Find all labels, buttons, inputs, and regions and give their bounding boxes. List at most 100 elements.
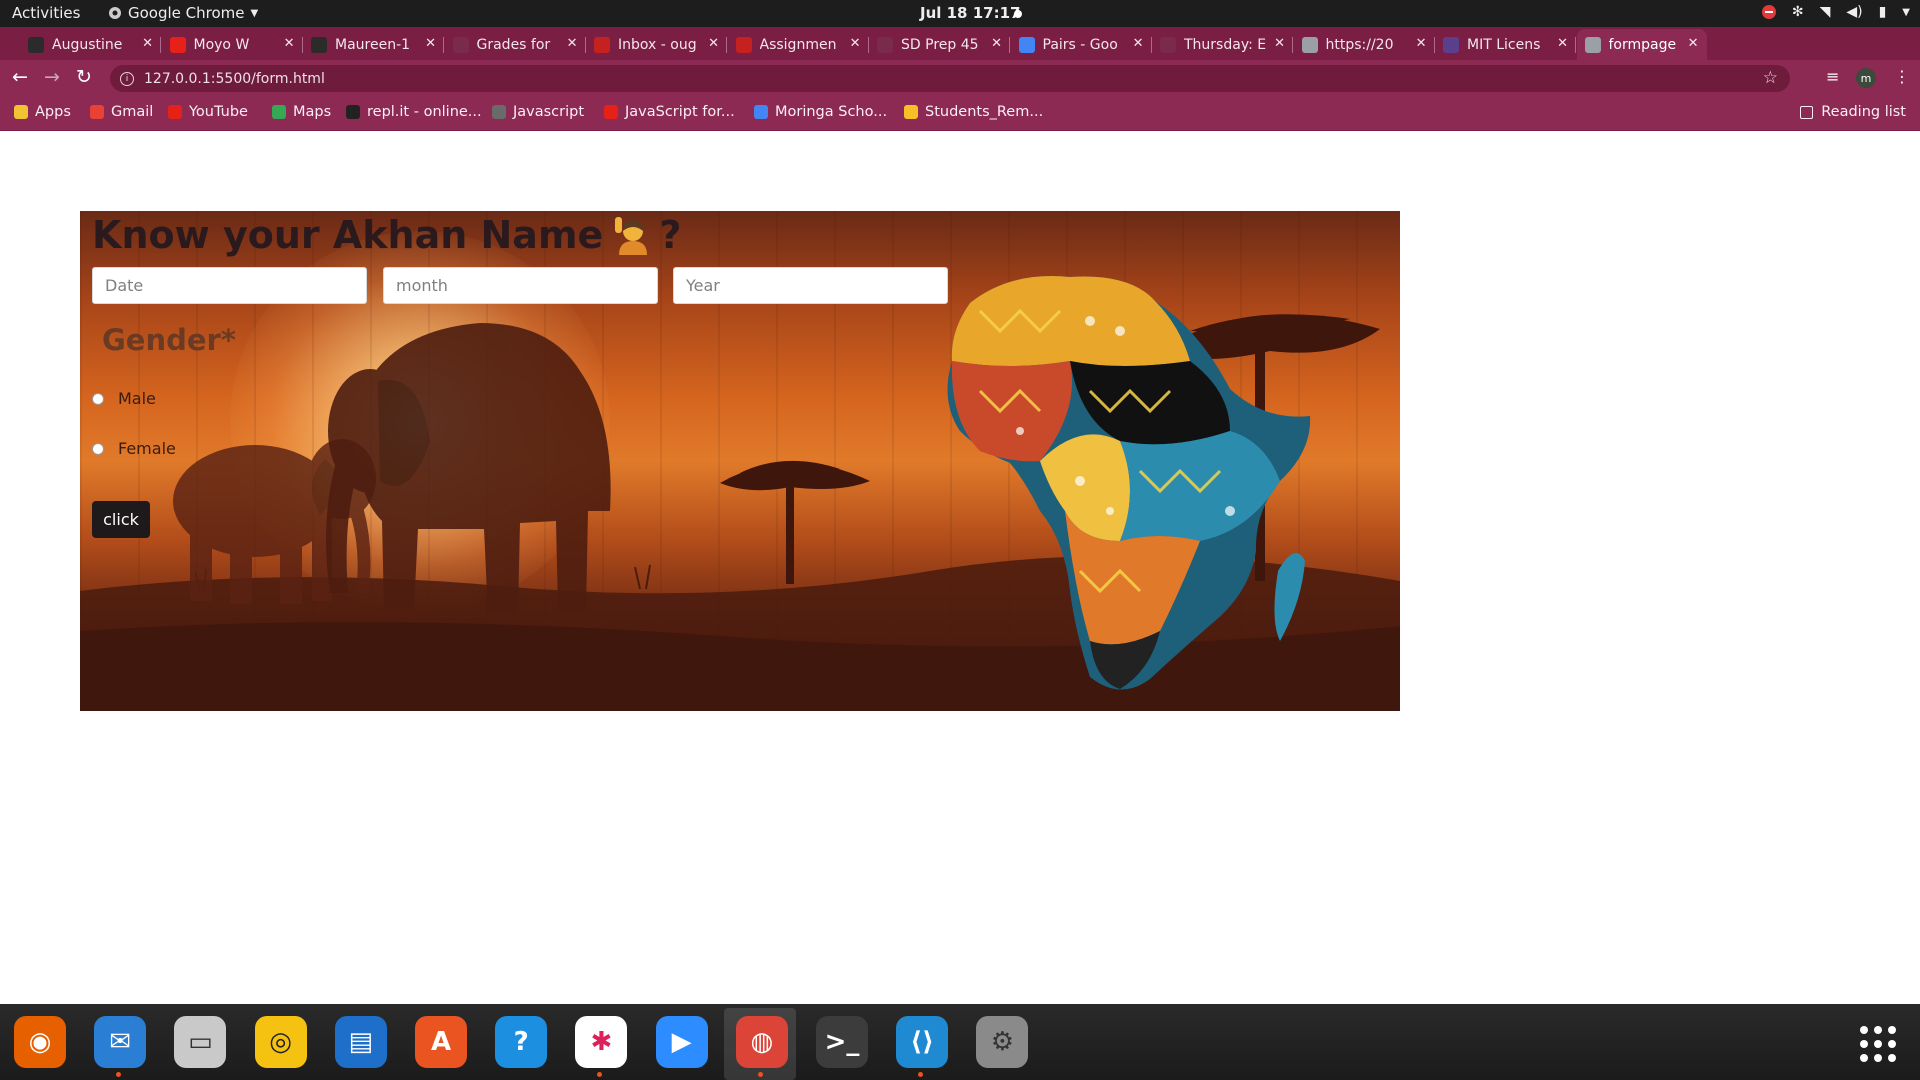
bookmark-favicon-icon <box>90 105 104 119</box>
terminal-icon[interactable]: >_ <box>816 1016 868 1068</box>
tab-favicon-icon <box>735 36 752 53</box>
bookmark-label: YouTube <box>189 104 248 120</box>
system-top-bar: Activities Google Chrome ▼ Jul 18 17:17 … <box>0 0 1920 27</box>
zoom-icon[interactable]: ▶ <box>655 1016 708 1068</box>
tab-favicon-icon <box>594 36 610 53</box>
bookmark-item[interactable]: repl.it - online... <box>346 104 482 120</box>
tab-close-icon[interactable]: ✕ <box>567 36 578 51</box>
form-title: Know your Akhan Name ? <box>92 213 681 257</box>
tab-title: Augustine <box>52 36 123 53</box>
tab-close-icon[interactable]: ✕ <box>850 36 861 51</box>
tab[interactable]: Inbox - oug ✕ <box>586 29 727 60</box>
slack-icon[interactable]: ✱ <box>575 1016 628 1077</box>
tab-separator <box>1575 37 1576 53</box>
female-label: Female <box>118 439 176 458</box>
site-info-icon[interactable]: i <box>120 71 134 86</box>
vscode-icon[interactable]: ⟨⟩ <box>896 1016 949 1077</box>
bookmark-item[interactable]: JavaScript for... <box>604 104 735 120</box>
bookmark-item[interactable]: Maps <box>272 104 331 120</box>
month-input[interactable] <box>383 267 658 304</box>
bookmark-star-icon[interactable]: ☆ <box>1763 68 1778 88</box>
bookmark-item[interactable]: Javascript <box>492 104 584 120</box>
back-icon[interactable]: ← <box>12 66 28 88</box>
tab[interactable]: Pairs - Goo ✕ <box>1011 29 1152 60</box>
tab[interactable]: https://20 ✕ <box>1294 29 1435 60</box>
tab-active[interactable]: formpage ✕ <box>1576 29 1707 60</box>
activities-button[interactable]: Activities <box>12 4 80 22</box>
male-radio[interactable] <box>92 392 104 405</box>
tab[interactable]: Assignmen ✕ <box>728 29 869 60</box>
bookmark-favicon-icon <box>346 105 360 119</box>
bookmark-item[interactable]: Gmail <box>90 104 153 120</box>
reading-list-icon <box>1800 105 1814 119</box>
forward-icon[interactable]: → <box>44 66 60 88</box>
bookmark-label: Javascript <box>513 104 585 120</box>
bookmark-favicon-icon <box>14 105 28 119</box>
profile-avatar[interactable]: m <box>1856 68 1876 88</box>
address-bar[interactable]: i 127.0.0.1:5500/form.html ☆ <box>110 65 1790 92</box>
files-icon[interactable]: ▭ <box>174 1016 227 1068</box>
tab-close-icon[interactable]: ✕ <box>1133 36 1144 51</box>
settings-icon[interactable]: ⚙ <box>976 1016 1029 1068</box>
bookmark-item[interactable]: YouTube <box>168 104 248 120</box>
menu-kebab-icon[interactable]: ⋮ <box>1894 67 1910 86</box>
clock[interactable]: Jul 18 17:17 <box>920 4 1020 22</box>
submit-button[interactable]: click <box>92 501 150 538</box>
writer-icon[interactable]: ▤ <box>334 1016 387 1068</box>
tab-favicon-icon <box>1018 36 1035 53</box>
form-title-suffix: ? <box>659 213 682 257</box>
tab-close-icon[interactable]: ✕ <box>142 36 153 51</box>
year-input[interactable] <box>673 267 948 304</box>
tab[interactable]: Grades for ✕ <box>445 29 586 60</box>
tab-close-icon[interactable]: ✕ <box>1416 36 1427 51</box>
gender-heading: Gender* <box>102 323 237 357</box>
help-icon[interactable]: ? <box>495 1016 548 1068</box>
bookmark-item[interactable]: Moringa Scho... <box>754 104 887 120</box>
reading-list-button[interactable]: Reading list <box>1800 104 1906 120</box>
tab[interactable]: Thursday: E ✕ <box>1152 29 1293 60</box>
volume-icon: ◀) <box>1846 4 1863 20</box>
bookmark-item[interactable]: Students_Rem... <box>904 104 1043 120</box>
tab-close-icon[interactable]: ✕ <box>1688 36 1699 51</box>
battery-icon: ▮ <box>1878 4 1887 20</box>
tab[interactable]: Moyo W ✕ <box>162 29 303 60</box>
tab[interactable]: MIT Licens ✕ <box>1435 29 1576 60</box>
bookmark-favicon-icon <box>904 105 918 119</box>
tab-close-icon[interactable]: ✕ <box>991 36 1002 51</box>
tab-favicon-icon <box>1160 36 1176 53</box>
tab-favicon-icon <box>28 36 44 53</box>
bookmark-item[interactable]: Apps <box>14 104 71 120</box>
tab-close-icon[interactable]: ✕ <box>284 36 295 51</box>
date-input[interactable] <box>92 267 367 304</box>
bookmarks-bar: Apps Gmail YouTube Maps repl.it - online... J… <box>0 96 1920 131</box>
gender-option-female[interactable]: Female <box>92 439 176 458</box>
bookmark-label: Apps <box>35 104 71 120</box>
tab[interactable]: Augustine ✕ <box>20 29 161 60</box>
system-tray[interactable]: ✻ ◥ ◀) ▮ ▼ <box>1761 4 1910 20</box>
tab-title: SD Prep 45 <box>901 36 979 53</box>
ubuntu-dock: ◉ ✉ ▭ ◎ ▤ A? ✱ ▶ ◍ >_ ⟨⟩ ⚙ <box>0 1004 1920 1080</box>
chevron-down-icon: ▼ <box>1902 6 1910 18</box>
software-icon[interactable]: A <box>415 1016 467 1068</box>
chrome-icon[interactable]: ◍ <box>735 1016 788 1077</box>
tab-strip: Augustine ✕ Moyo W ✕ Maureen-1 ✕ Grades for ✕ In… <box>0 27 1920 83</box>
tab[interactable]: Maureen-1 ✕ <box>303 29 444 60</box>
tab-close-icon[interactable]: ✕ <box>1557 36 1568 51</box>
rhythmbox-icon[interactable]: ◎ <box>254 1016 307 1068</box>
thunderbird-icon[interactable]: ✉ <box>94 1016 147 1077</box>
show-applications-icon[interactable] <box>1860 1026 1896 1062</box>
gender-option-male[interactable]: Male <box>92 389 156 408</box>
tab-close-icon[interactable]: ✕ <box>1274 36 1285 51</box>
tab-close-icon[interactable]: ✕ <box>708 36 719 51</box>
app-menu[interactable]: Google Chrome ▼ <box>108 4 258 22</box>
firefox-icon[interactable]: ◉ <box>14 1016 66 1068</box>
notification-dot-icon <box>1014 10 1022 18</box>
media-control-icon[interactable]: ≡ <box>1826 67 1839 86</box>
bookmark-favicon-icon <box>604 105 618 119</box>
tab-close-icon[interactable]: ✕ <box>425 36 436 51</box>
tab[interactable]: SD Prep 45 ✕ <box>869 29 1010 60</box>
tab-favicon-icon <box>169 36 186 53</box>
tab-favicon-icon <box>1443 36 1459 53</box>
female-radio[interactable] <box>92 442 104 455</box>
reload-icon[interactable]: ↻ <box>76 66 92 88</box>
